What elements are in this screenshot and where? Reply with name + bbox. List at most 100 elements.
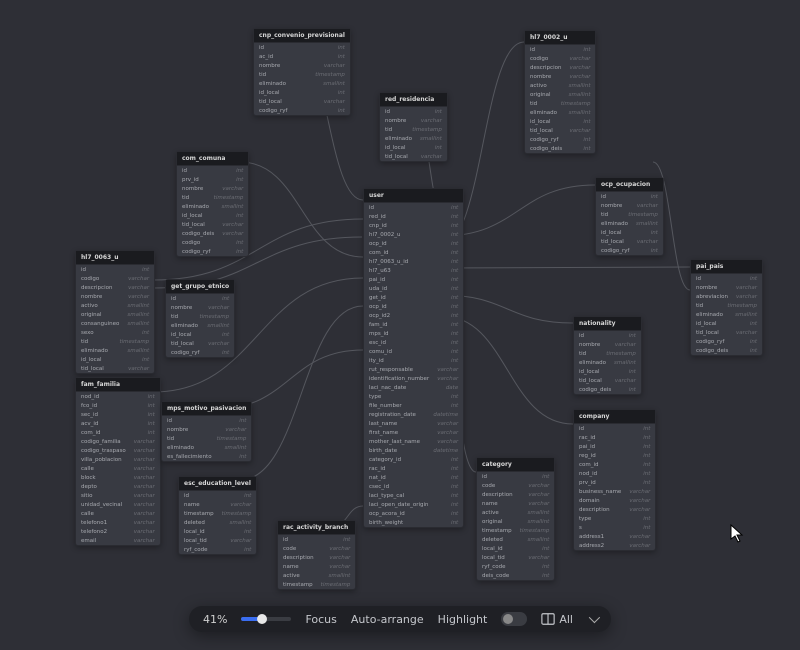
table-row[interactable]: csec_idint xyxy=(364,482,463,491)
table-row[interactable]: comu_idint xyxy=(364,347,463,356)
table-row[interactable]: codigo_ryfint xyxy=(166,348,234,357)
table-row[interactable]: codigo_ryfint xyxy=(525,135,595,144)
table-row[interactable]: idint xyxy=(76,265,154,274)
table-row[interactable]: domainvarchar xyxy=(574,496,655,505)
table-row[interactable]: eliminadosmallint xyxy=(254,79,350,88)
table-get_grupo_etnico[interactable]: get_grupo_etnicoidintnombrevarchartidtim… xyxy=(165,279,235,358)
table-row[interactable]: eliminadosmallint xyxy=(76,346,154,355)
table-row[interactable]: tidtimestamp xyxy=(76,337,154,346)
table-row[interactable]: mps_idint xyxy=(364,329,463,338)
table-row[interactable]: originalsmallint xyxy=(76,310,154,319)
table-header[interactable]: com_comuna xyxy=(177,152,248,166)
table-row[interactable]: sexoint xyxy=(76,328,154,337)
chevron-down-icon[interactable] xyxy=(589,612,600,623)
table-row[interactable]: codigo_ryfint xyxy=(691,337,762,346)
table-row[interactable]: nombrevarchar xyxy=(166,303,234,312)
table-row[interactable]: nod_idint xyxy=(76,392,160,401)
table-header[interactable]: company xyxy=(574,410,655,424)
table-row[interactable]: namevarchar xyxy=(179,500,256,509)
table-row[interactable]: originalsmallint xyxy=(477,517,554,526)
table-row[interactable]: codigo_familiavarchar xyxy=(76,437,160,446)
table-row[interactable]: callevarchar xyxy=(76,509,160,518)
table-row[interactable]: codigo_ryfint xyxy=(254,106,350,115)
table-row[interactable]: tidtimestamp xyxy=(525,99,595,108)
table-row[interactable]: codigovarchar xyxy=(525,54,595,63)
table-row[interactable]: first_namevarchar xyxy=(364,428,463,437)
table-row[interactable]: namevarchar xyxy=(477,499,554,508)
table-row[interactable]: rac_idint xyxy=(364,464,463,473)
table-row[interactable]: com_idint xyxy=(574,460,655,469)
layout-mode-button[interactable]: All xyxy=(541,612,573,626)
table-row[interactable]: nombrevarchar xyxy=(254,61,350,70)
table-row[interactable]: ity_idint xyxy=(364,356,463,365)
table-row[interactable]: reg_idint xyxy=(574,451,655,460)
table-header[interactable]: hl7_0002_u xyxy=(525,31,595,45)
table-row[interactable]: unidad_vecinalvarchar xyxy=(76,500,160,509)
table-header[interactable]: ocp_ocupacion xyxy=(596,178,663,192)
table-pai_pais[interactable]: pai_paisidintnombrevarcharabreviacionvar… xyxy=(690,259,763,356)
table-row[interactable]: idint xyxy=(596,192,663,201)
table-row[interactable]: fam_idint xyxy=(364,320,463,329)
table-row[interactable]: tidtimestamp xyxy=(254,70,350,79)
table-rac_activity_branch[interactable]: rac_activity_branchidintcodevarchardescr… xyxy=(277,520,356,590)
table-row[interactable]: nombrevarchar xyxy=(380,116,447,125)
table-row[interactable]: idint xyxy=(477,472,554,481)
table-row[interactable]: villa_poblacionvarchar xyxy=(76,455,160,464)
table-row[interactable]: nombrevarchar xyxy=(162,425,251,434)
table-row[interactable]: nombrevarchar xyxy=(596,201,663,210)
table-row[interactable]: codigo_deisint xyxy=(574,385,641,394)
table-row[interactable]: descriptionvarchar xyxy=(477,490,554,499)
table-row[interactable]: idint xyxy=(574,424,655,433)
table-row[interactable]: codevarchar xyxy=(477,481,554,490)
table-row[interactable]: rac_idint xyxy=(574,433,655,442)
table-row[interactable]: blockvarchar xyxy=(76,473,160,482)
table-esc_education_level[interactable]: esc_education_levelidintnamevarchartimes… xyxy=(178,476,257,555)
table-row[interactable]: address2varchar xyxy=(574,541,655,550)
table-row[interactable]: ac_idint xyxy=(254,52,350,61)
table-row[interactable]: category_idint xyxy=(364,455,463,464)
table-row[interactable]: abreviacionvarchar xyxy=(691,292,762,301)
table-row[interactable]: pai_idint xyxy=(574,442,655,451)
table-row[interactable]: consanguineosmallint xyxy=(76,319,154,328)
table-row[interactable]: fco_idint xyxy=(76,401,160,410)
table-row[interactable]: tid_localvarchar xyxy=(380,152,447,161)
table-row[interactable]: codigoint xyxy=(177,238,248,247)
table-row[interactable]: ocp_acora_idint xyxy=(364,509,463,518)
table-row[interactable]: eliminadosmallint xyxy=(574,358,641,367)
table-row[interactable]: codigo_deisvarchar xyxy=(177,229,248,238)
table-row[interactable]: tid_localvarchar xyxy=(574,376,641,385)
table-row[interactable]: typeint xyxy=(574,514,655,523)
table-row[interactable]: namevarchar xyxy=(278,562,355,571)
table-row[interactable]: activesmallint xyxy=(278,571,355,580)
table-row[interactable]: idint xyxy=(574,331,641,340)
table-row[interactable]: tidtimestamp xyxy=(596,210,663,219)
table-row[interactable]: eliminadosmallint xyxy=(380,134,447,143)
table-row[interactable]: timestamptimestamp xyxy=(278,580,355,589)
table-row[interactable]: business_namevarchar xyxy=(574,487,655,496)
table-row[interactable]: local_tidvarchar xyxy=(179,536,256,545)
table-row[interactable]: tidtimestamp xyxy=(574,349,641,358)
table-row[interactable]: activesmallint xyxy=(477,508,554,517)
table-row[interactable]: es_fallecimientoint xyxy=(162,452,251,461)
table-mps_motivo_pasivacion[interactable]: mps_motivo_pasivacionidintnombrevarchart… xyxy=(161,401,252,462)
table-row[interactable]: eliminadosmallint xyxy=(525,108,595,117)
table-header[interactable]: pai_pais xyxy=(691,260,762,274)
table-row[interactable]: local_idint xyxy=(179,527,256,536)
table-row[interactable]: id_localint xyxy=(76,355,154,364)
table-row[interactable]: nombrevarchar xyxy=(574,340,641,349)
table-row[interactable]: eliminadosmallint xyxy=(166,321,234,330)
table-row[interactable]: originalsmallint xyxy=(525,90,595,99)
table-row[interactable]: idint xyxy=(179,491,256,500)
table-row[interactable]: timestamptimestamp xyxy=(179,509,256,518)
table-row[interactable]: id_localint xyxy=(596,228,663,237)
table-row[interactable]: tidtimestamp xyxy=(177,193,248,202)
table-row[interactable]: codigo_deisint xyxy=(525,144,595,153)
table-com_comuna[interactable]: com_comunaidintprv_idintnombrevarchartid… xyxy=(176,151,249,257)
table-row[interactable]: tid_localvarchar xyxy=(596,237,663,246)
table-row[interactable]: id_localint xyxy=(177,211,248,220)
table-row[interactable]: nat_idint xyxy=(364,473,463,482)
table-row[interactable]: typeint xyxy=(364,392,463,401)
table-header[interactable]: red_residencia xyxy=(380,93,447,107)
table-row[interactable]: nombrevarchar xyxy=(525,72,595,81)
table-row[interactable]: ryf_codeint xyxy=(477,562,554,571)
